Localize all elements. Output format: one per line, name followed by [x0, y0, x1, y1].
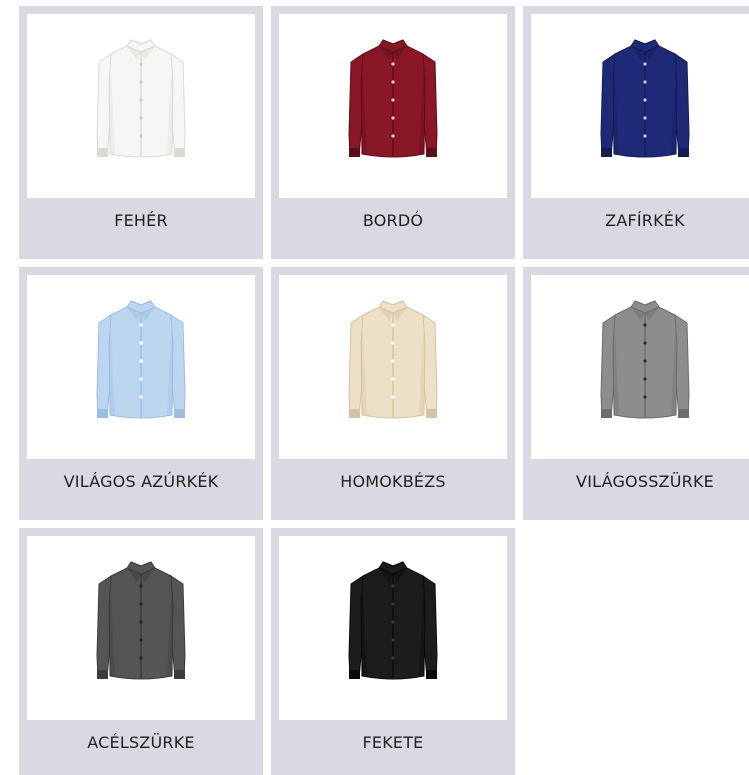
shirt-image	[279, 275, 507, 459]
color-label: FEHÉR	[114, 211, 168, 230]
shirt-image	[531, 275, 749, 459]
shirt-icon	[600, 39, 690, 158]
color-card-white[interactable]: FEHÉR	[19, 6, 263, 259]
color-label: BORDÓ	[362, 211, 424, 230]
shirt-image	[27, 14, 255, 198]
shirt-icon	[348, 39, 438, 158]
color-card-burgundy[interactable]: BORDÓ	[271, 6, 515, 259]
color-card-light-azure[interactable]: VILÁGOS AZÚRKÉK	[19, 267, 263, 520]
color-swatch-grid: FEHÉR BORDÓ ZAFÍRKÉK VILÁGOS AZÚRKÉK HOM…	[19, 6, 749, 775]
color-card-black[interactable]: FEKETE	[271, 528, 515, 775]
color-label: VILÁGOSSZÜRKE	[576, 472, 714, 491]
color-card-sand-beige[interactable]: HOMOKBÉZS	[271, 267, 515, 520]
color-card-sapphire[interactable]: ZAFÍRKÉK	[523, 6, 749, 259]
color-card-steel-grey[interactable]: ACÉLSZÜRKE	[19, 528, 263, 775]
color-label: VILÁGOS AZÚRKÉK	[63, 472, 219, 491]
shirt-icon	[600, 300, 690, 419]
color-card-light-grey[interactable]: VILÁGOSSZÜRKE	[523, 267, 749, 520]
color-label: ACÉLSZÜRKE	[87, 733, 195, 752]
shirt-icon	[96, 561, 186, 680]
shirt-image	[279, 14, 507, 198]
color-label: FEKETE	[362, 733, 424, 752]
shirt-image	[27, 536, 255, 720]
color-label: ZAFÍRKÉK	[605, 211, 685, 230]
shirt-icon	[96, 300, 186, 419]
shirt-image	[279, 536, 507, 720]
color-label: HOMOKBÉZS	[340, 472, 446, 491]
shirt-image	[531, 14, 749, 198]
shirt-image	[27, 275, 255, 459]
shirt-icon	[348, 561, 438, 680]
shirt-icon	[348, 300, 438, 419]
shirt-icon	[96, 39, 186, 158]
